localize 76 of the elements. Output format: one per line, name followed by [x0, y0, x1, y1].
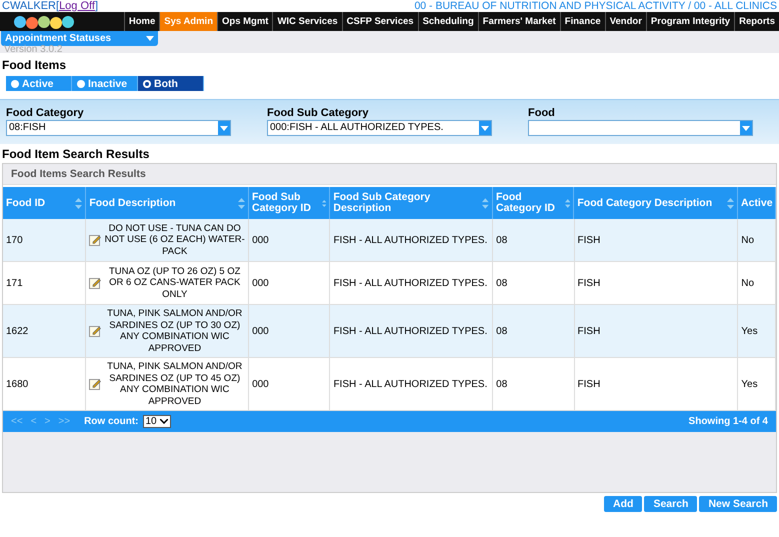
- radio-icon: [143, 80, 151, 88]
- caret-icon: [146, 36, 154, 41]
- table-cell: DO NOT USE - TUNA CAN DO NOT USE (6 OZ EACH) WATER-PACK: [104, 222, 246, 258]
- grid-caption: Food Items Search Results: [3, 164, 776, 185]
- caret-icon: [481, 126, 489, 130]
- table-cell: FISH: [578, 278, 600, 288]
- table-cell: Yes: [741, 378, 758, 390]
- last-page-button[interactable]: >>: [58, 416, 70, 427]
- filter-select[interactable]: [528, 120, 753, 136]
- table-cell-text: TUNA, PINK SALMON AND/OR SARDINES OZ (UP TO 30 OZ) ANY COMBINATION WIC APPROVED: [106, 308, 244, 354]
- table-cell: 08: [496, 278, 508, 288]
- sort-icon: [564, 198, 570, 208]
- sort-icon: [482, 198, 490, 208]
- user-name: CWALKER: [2, 0, 56, 12]
- action-button[interactable]: Search: [644, 496, 698, 512]
- table-cell: FISH - ALL AUTHORIZED TYPES.: [333, 234, 488, 246]
- caret-icon: [742, 126, 750, 130]
- status-radio[interactable]: Inactive: [72, 76, 138, 91]
- bracket: ]: [94, 0, 98, 12]
- menu-dropdown[interactable]: Appointment Statuses: [1, 31, 158, 46]
- table-cell: No: [741, 278, 754, 288]
- edit-icon[interactable]: [89, 234, 102, 246]
- status-radio[interactable]: Both: [138, 76, 204, 91]
- table-cell: 08: [496, 234, 508, 246]
- table-cell: 171: [6, 278, 23, 288]
- table-cell: 08: [496, 326, 508, 336]
- first-page-button[interactable]: <<: [11, 416, 23, 427]
- edit-icon[interactable]: [89, 325, 102, 337]
- edit-icon[interactable]: [89, 277, 102, 289]
- table-cell: 170: [6, 234, 23, 246]
- log-off-link[interactable]: Log Off: [59, 0, 95, 12]
- table-cell: 000: [252, 326, 269, 336]
- sort-icon: [238, 198, 245, 208]
- table-cell: FISH - ALL AUTHORIZED TYPES.: [333, 326, 488, 336]
- table-cell: 000: [252, 278, 269, 288]
- table-cell-text: TUNA OZ (UP TO 26 OZ) 5 OZ OR 6 OZ CANS-WATER PACK ONLY: [108, 266, 242, 300]
- table-cell: 000: [252, 234, 269, 246]
- filter-select[interactable]: 08:FISH: [6, 120, 231, 136]
- table-cell: 1622: [6, 326, 28, 336]
- table-cell: FISH: [578, 234, 600, 246]
- version-label: Version 3.0.2: [4, 44, 62, 55]
- table-cell: FISH - ALL AUTHORIZED TYPES.: [333, 378, 488, 390]
- table-cell: 08: [496, 378, 508, 390]
- nav-tab[interactable]: Sys Admin: [159, 12, 217, 31]
- edit-icon[interactable]: [89, 378, 102, 390]
- page-title: Food Items: [2, 58, 68, 72]
- table-cell: Yes: [741, 326, 758, 336]
- row-count-select[interactable]: 10: [142, 415, 171, 428]
- row-count-label: Row count:: [84, 416, 138, 427]
- previous-page-button[interactable]: <: [30, 416, 37, 427]
- action-button[interactable]: Add: [604, 496, 642, 512]
- sort-icon: [727, 198, 734, 208]
- chevron-icon: [160, 419, 168, 424]
- next-page-button[interactable]: >: [44, 416, 50, 427]
- results-title: Food Item Search Results: [2, 147, 150, 161]
- radio-icon: [11, 80, 19, 88]
- table-cell: FISH - ALL AUTHORIZED TYPES.: [333, 278, 488, 288]
- filter-select[interactable]: 000:FISH - ALL AUTHORIZED TYPES.: [267, 120, 492, 136]
- table-cell: 000: [252, 378, 269, 390]
- filter-label: Food: [528, 107, 556, 119]
- caret-icon: [220, 126, 228, 130]
- sort-icon: [75, 198, 82, 208]
- bracket: [: [56, 0, 60, 12]
- radio-icon: [77, 80, 85, 88]
- showing-count: Showing 1-4 of 4: [688, 416, 768, 427]
- filter-label: Food Sub Category: [267, 107, 370, 119]
- sort-icon: [322, 198, 326, 208]
- table-cell: FISH: [578, 378, 600, 390]
- agency-label: 00 - BUREAU OF NUTRITION AND PHYSICAL ACTIVITY / 00 - ALL CLINICS: [414, 0, 777, 12]
- status-radio[interactable]: Active: [6, 76, 72, 91]
- table-cell: FISH: [578, 326, 600, 336]
- table-cell: No: [741, 234, 754, 246]
- filter-label: Food Category: [6, 107, 85, 119]
- table-cell-text: TUNA, PINK SALMON AND/OR SARDINES OZ (UP TO 45 OZ) ANY COMBINATION WIC APPROVED: [106, 361, 244, 407]
- table-cell: 1680: [6, 378, 28, 390]
- action-button[interactable]: New Search: [699, 496, 777, 512]
